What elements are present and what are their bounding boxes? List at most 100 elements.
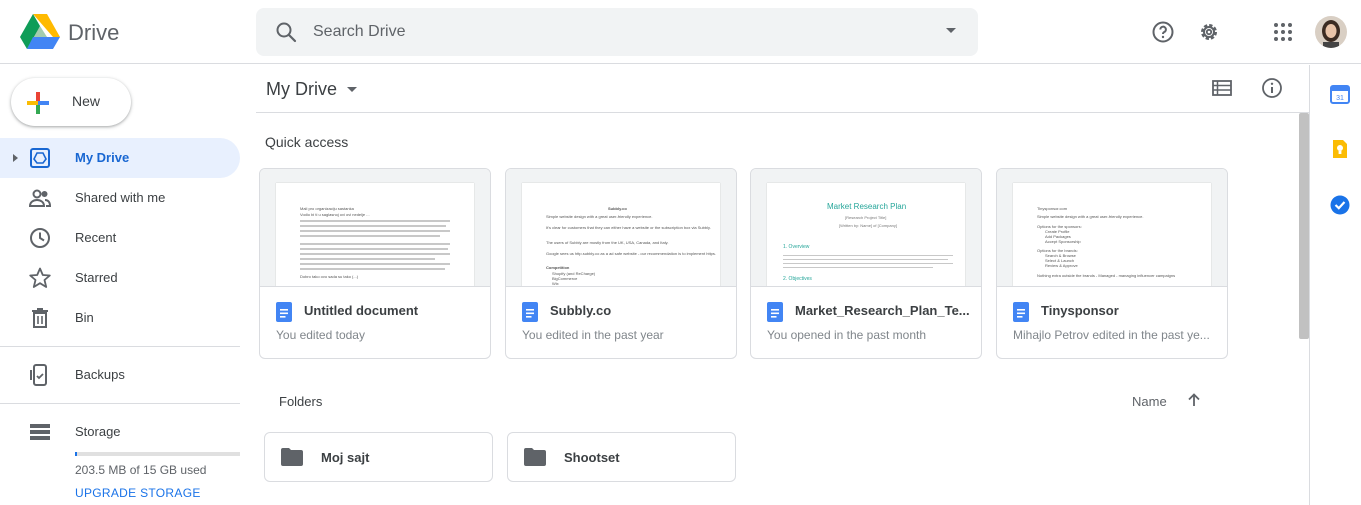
sidebar-item-label: Storage [75, 424, 121, 439]
list-view-icon[interactable] [1212, 78, 1232, 98]
text-line [783, 259, 948, 260]
text-line [783, 267, 933, 268]
file-name: Untitled document [304, 303, 419, 318]
text-line [300, 230, 450, 232]
search-icon[interactable] [274, 20, 298, 44]
preview-text: [Research Project Title] [845, 215, 887, 220]
sidebar-item-starred[interactable]: Starred [0, 258, 240, 298]
quick-access-card[interactable]: Mali pro organizaciju sastanka Vodio bi … [259, 168, 491, 359]
sidebar-item-shared[interactable]: Shared with me [0, 178, 240, 218]
divider [0, 346, 240, 347]
folder-item[interactable]: Shootset [507, 432, 736, 482]
preview-text: Dobro tako ovo sada su tako (...) [300, 274, 359, 279]
file-name: Tinysponsor [1041, 303, 1119, 318]
preview-text: Tinysponsor.com [1037, 206, 1068, 211]
storage-progress-fill [75, 452, 78, 456]
preview-text: Google sees us http.subbly.co as a ad sa… [546, 251, 717, 256]
file-preview: Tinysponsor.com Simple website design wi… [997, 169, 1227, 287]
preview-text: Accept Sponsorship [1045, 239, 1081, 244]
clock-icon [30, 228, 50, 248]
apps-icon[interactable] [1271, 20, 1295, 44]
preview-text: Subbly.co [608, 206, 627, 211]
my-drive-icon [30, 148, 50, 168]
app-title[interactable]: Drive [68, 20, 119, 46]
star-icon [29, 267, 51, 288]
folder-name: Moj sajt [321, 450, 370, 465]
file-name: Subbly.co [550, 303, 612, 318]
preview-text: Vodio bi ti u saglasnoj ovi ovi nedelje … [300, 212, 370, 217]
backup-phone-icon [30, 364, 47, 386]
text-line [783, 263, 953, 264]
preview-text: It's clear for customers that they can e… [546, 225, 711, 230]
document-page: Mali pro organizaciju sastanka Vodio bi … [276, 183, 474, 286]
upgrade-storage-link[interactable]: UPGRADE STORAGE [75, 486, 201, 500]
sidebar-item-storage[interactable]: Storage [0, 412, 240, 452]
keep-icon[interactable] [1330, 139, 1350, 159]
preview-text: Simple website design with a great user-… [546, 214, 653, 219]
text-line [300, 248, 448, 250]
file-activity: Mihajlo Petrov edited in the past ye... [1013, 328, 1210, 342]
sidebar-item-backups[interactable]: Backups [0, 355, 240, 395]
text-line [300, 225, 446, 227]
preview-text: 2. Objectives [783, 276, 812, 282]
sort-by-name-button[interactable]: Name [1132, 394, 1167, 409]
sidebar-item-bin[interactable]: Bin [0, 298, 240, 338]
folder-item[interactable]: Moj sajt [264, 432, 493, 482]
search-bar[interactable]: Search Drive [256, 8, 978, 56]
storage-icon [30, 424, 50, 440]
info-icon[interactable] [1261, 77, 1283, 99]
sidebar: New My Drive Shared with me Recent Starr… [0, 65, 256, 505]
file-activity: You edited today [276, 328, 365, 342]
preview-text: Nothing extra outside the brands - Manag… [1037, 273, 1176, 278]
side-panel: 31 [1309, 65, 1361, 505]
preview-text: Review & Approve [1045, 263, 1078, 268]
google-docs-icon [1013, 302, 1029, 322]
page-title[interactable]: My Drive [266, 79, 337, 100]
google-docs-icon [276, 302, 292, 322]
people-icon [28, 189, 52, 207]
calendar-icon[interactable]: 31 [1330, 84, 1350, 104]
tasks-icon[interactable] [1330, 195, 1350, 215]
quick-access-card[interactable]: Market Research Plan [Research Project T… [750, 168, 982, 359]
plus-icon [27, 92, 49, 114]
sidebar-item-label: Bin [75, 310, 94, 325]
drive-logo-icon[interactable] [20, 14, 60, 50]
file-activity: You opened in the past month [767, 328, 927, 342]
help-icon[interactable] [1151, 20, 1175, 44]
main-content: My Drive Quick access Mali pro organizac… [256, 65, 1309, 505]
expand-caret-icon[interactable] [13, 154, 18, 162]
arrow-up-icon[interactable] [1186, 392, 1202, 408]
quick-access-card[interactable]: Tinysponsor.com Simple website design wi… [996, 168, 1228, 359]
top-bar: Drive Search Drive [0, 0, 1361, 64]
preview-text: 1. Overview [783, 244, 810, 250]
new-button-label: New [72, 93, 101, 109]
document-page: Market Research Plan [Research Project T… [767, 183, 965, 286]
scrollbar[interactable] [1299, 113, 1309, 339]
sidebar-item-label: Recent [75, 230, 117, 245]
storage-progress [75, 452, 240, 456]
title-dropdown-icon[interactable] [347, 87, 357, 92]
quick-access-heading: Quick access [265, 134, 349, 150]
new-button[interactable]: New [11, 78, 131, 126]
file-preview: Subbly.co Simple website design with a g… [506, 169, 736, 287]
text-line [300, 235, 440, 237]
account-avatar[interactable] [1315, 16, 1347, 48]
text-line [300, 258, 435, 260]
sidebar-item-my-drive[interactable]: My Drive [0, 138, 240, 178]
quick-access-card[interactable]: Subbly.co Simple website design with a g… [505, 168, 737, 359]
sidebar-item-recent[interactable]: Recent [0, 218, 240, 258]
text-line [300, 253, 450, 255]
file-activity: You edited in the past year [522, 328, 664, 342]
preview-text: The users of Subbly are mostly from the … [546, 240, 669, 245]
folder-icon [281, 448, 303, 466]
trash-icon [32, 308, 48, 328]
text-line [783, 255, 953, 256]
search-input[interactable]: Search Drive [313, 23, 405, 41]
folder-icon [524, 448, 546, 466]
sidebar-item-label: Backups [75, 367, 125, 382]
search-options-icon[interactable] [946, 28, 956, 33]
preview-text: Market Research Plan [827, 202, 907, 211]
settings-icon[interactable] [1197, 20, 1221, 44]
document-page: Subbly.co Simple website design with a g… [522, 183, 720, 286]
preview-text: Simple website design with a great user-… [1037, 214, 1144, 219]
